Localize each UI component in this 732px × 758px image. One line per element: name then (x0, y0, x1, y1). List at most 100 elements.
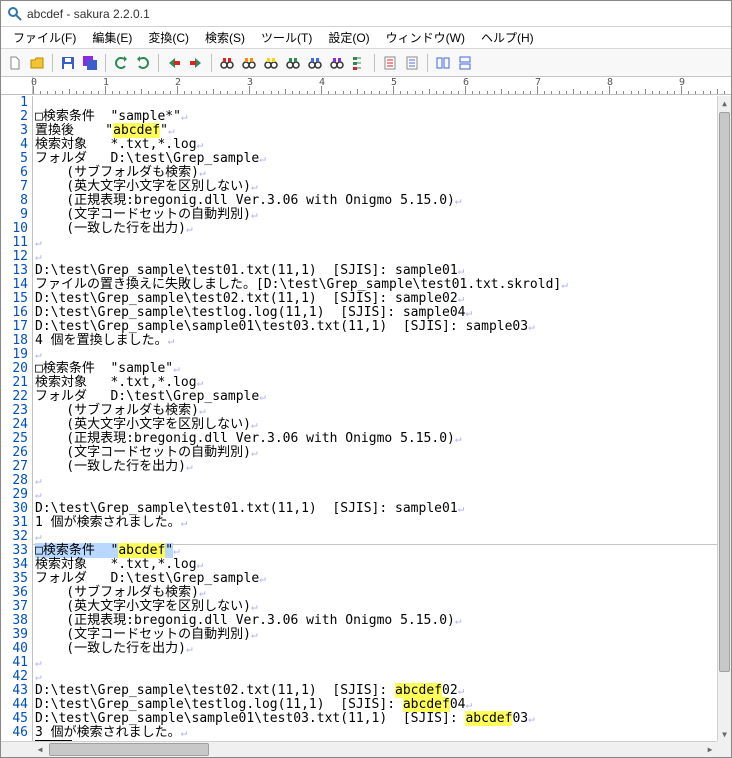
vertical-scrollbar[interactable]: ▲ ▼ (717, 96, 731, 741)
editor-line[interactable]: D:\test\Grep_sample\sample01\test03.txt(… (35, 712, 731, 726)
open-file-icon[interactable] (27, 53, 47, 73)
editor-line[interactable]: 検索対象 *.txt,*.log↵ (35, 558, 731, 572)
editor-line[interactable]: ↵ (35, 250, 731, 264)
editor-line[interactable]: ↵ (35, 474, 731, 488)
ruler-label: 6 (463, 77, 469, 88)
editor-line[interactable]: ↵ (35, 236, 731, 250)
text-content[interactable]: □検索条件 "sample*"↵置換後 "abcdef"↵検索対象 *.txt,… (33, 96, 731, 757)
editor-line[interactable]: (サブフォルダも検索)↵ (35, 586, 731, 600)
search-prev-icon[interactable] (261, 53, 281, 73)
settings-icon[interactable] (380, 53, 400, 73)
undo-icon[interactable] (111, 53, 131, 73)
menu-item[interactable]: 編集(E) (84, 27, 140, 48)
tile-vert-icon[interactable] (433, 53, 453, 73)
editor-line[interactable]: ↵ (35, 488, 731, 502)
menu-item[interactable]: 変換(C) (140, 27, 197, 48)
return-mark-icon: ↵ (186, 222, 193, 235)
text-segment: D:\test\Grep_sample\testlog.log(11,1) [S… (35, 697, 403, 712)
outline-icon[interactable] (349, 53, 369, 73)
scroll-right-icon[interactable]: ▶ (703, 742, 717, 757)
editor-line[interactable]: 検索対象 *.txt,*.log↵ (35, 376, 731, 390)
editor-line[interactable]: □検索条件 "abcdef"↵ (35, 544, 731, 558)
save-all-icon[interactable] (80, 53, 100, 73)
editor-line[interactable]: (正規表現:bregonig.dll Ver.3.06 with Onigmo … (35, 432, 731, 446)
editor-line[interactable]: フォルダ D:\test\Grep_sample↵ (35, 572, 731, 586)
hscroll-thumb[interactable] (49, 743, 209, 756)
horizontal-scrollbar[interactable]: ◀ ▶ (1, 741, 717, 757)
editor-line[interactable]: (文字コードセットの自動判別)↵ (35, 446, 731, 460)
editor-line[interactable] (35, 96, 731, 110)
redo-icon[interactable] (133, 53, 153, 73)
editor-line[interactable]: D:\test\Grep_sample\test01.txt(11,1) [SJ… (35, 502, 731, 516)
line-number: 19 (1, 348, 28, 362)
editor-line[interactable]: D:\test\Grep_sample\sample01\test03.txt(… (35, 320, 731, 334)
editor-line[interactable]: (文字コードセットの自動判別)↵ (35, 208, 731, 222)
save-icon[interactable] (58, 53, 78, 73)
editor-line[interactable]: 3 個が検索されました。↵ (35, 726, 731, 740)
line-number: 38 (1, 614, 28, 628)
editor-line[interactable]: フォルダ D:\test\Grep_sample↵ (35, 390, 731, 404)
vscroll-thumb[interactable] (719, 112, 730, 672)
editor-line[interactable]: ↵ (35, 656, 731, 670)
mark-icon[interactable] (327, 53, 347, 73)
line-number: 25 (1, 432, 28, 446)
editor-line[interactable]: ↵ (35, 348, 731, 362)
toolbar-separator (211, 54, 212, 72)
menu-item[interactable]: 検索(S) (197, 27, 253, 48)
search-next-icon[interactable] (239, 53, 259, 73)
return-mark-icon: ↵ (197, 138, 204, 151)
editor-line[interactable]: (一致した行を出力)↵ (35, 222, 731, 236)
return-mark-icon: ↵ (35, 670, 42, 683)
jump-back-icon[interactable] (164, 53, 184, 73)
editor-line[interactable]: (一致した行を出力)↵ (35, 642, 731, 656)
highlight-text: abcdef (113, 123, 160, 138)
editor-line[interactable]: (サブフォルダも検索)↵ (35, 166, 731, 180)
editor-line[interactable]: (正規表現:bregonig.dll Ver.3.06 with Onigmo … (35, 194, 731, 208)
return-mark-icon: ↵ (251, 180, 258, 193)
menu-item[interactable]: ウィンドウ(W) (378, 27, 473, 48)
scroll-corner (717, 741, 731, 757)
menu-item[interactable]: 設定(O) (320, 27, 377, 48)
menu-item[interactable]: ファイル(F) (5, 27, 84, 48)
search-icon[interactable] (217, 53, 237, 73)
menu-item[interactable]: ヘルプ(H) (473, 27, 542, 48)
editor-line[interactable]: (サブフォルダも検索)↵ (35, 404, 731, 418)
editor-line[interactable]: 置換後 "abcdef"↵ (35, 124, 731, 138)
text-segment: (英大文字小文字を区別しない) (35, 417, 251, 432)
editor-line[interactable]: D:\test\Grep_sample\test02.txt(11,1) [SJ… (35, 292, 731, 306)
editor-line[interactable]: D:\test\Grep_sample\test02.txt(11,1) [SJ… (35, 684, 731, 698)
replace-icon[interactable] (283, 53, 303, 73)
editor-line[interactable]: (英大文字小文字を区別しない)↵ (35, 600, 731, 614)
ruler-label: 5 (391, 77, 397, 88)
editor[interactable]: 1234567891011121314151617181920212223242… (1, 96, 731, 757)
menu-item[interactable]: ツール(T) (253, 27, 320, 48)
tile-horz-icon[interactable] (455, 53, 475, 73)
window-title: abcdef - sakura 2.2.0.1 (27, 7, 150, 21)
return-mark-icon: ↵ (197, 376, 204, 389)
scroll-up-icon[interactable]: ▲ (718, 96, 731, 110)
editor-line[interactable]: ↵ (35, 530, 731, 544)
new-file-icon[interactable] (5, 53, 25, 73)
editor-line[interactable]: (正規表現:bregonig.dll Ver.3.06 with Onigmo … (35, 614, 731, 628)
editor-line[interactable]: (一致した行を出力)↵ (35, 460, 731, 474)
font-icon[interactable] (402, 53, 422, 73)
editor-line[interactable]: ↵ (35, 670, 731, 684)
editor-line[interactable]: 検索対象 *.txt,*.log↵ (35, 138, 731, 152)
editor-line[interactable]: 1 個が検索されました。↵ (35, 516, 731, 530)
editor-line[interactable]: 4 個を置換しました。↵ (35, 334, 731, 348)
editor-line[interactable]: D:\test\Grep_sample\testlog.log(11,1) [S… (35, 306, 731, 320)
editor-line[interactable]: D:\test\Grep_sample\testlog.log(11,1) [S… (35, 698, 731, 712)
editor-line[interactable]: (文字コードセットの自動判別)↵ (35, 628, 731, 642)
editor-line[interactable]: (英大文字小文字を区別しない)↵ (35, 180, 731, 194)
editor-line[interactable]: □検索条件 "sample"↵ (35, 362, 731, 376)
grep-icon[interactable] (305, 53, 325, 73)
scroll-down-icon[interactable]: ▼ (718, 727, 731, 741)
jump-fwd-icon[interactable] (186, 53, 206, 73)
editor-line[interactable]: フォルダ D:\test\Grep_sample↵ (35, 152, 731, 166)
scroll-left-icon[interactable]: ◀ (33, 742, 47, 757)
return-mark-icon: ↵ (181, 516, 188, 529)
editor-line[interactable]: D:\test\Grep_sample\test01.txt(11,1) [SJ… (35, 264, 731, 278)
editor-line[interactable]: □検索条件 "sample*"↵ (35, 110, 731, 124)
editor-line[interactable]: (英大文字小文字を区別しない)↵ (35, 418, 731, 432)
editor-line[interactable]: ファイルの置き換えに失敗しました。[D:\test\Grep_sample\te… (35, 278, 731, 292)
